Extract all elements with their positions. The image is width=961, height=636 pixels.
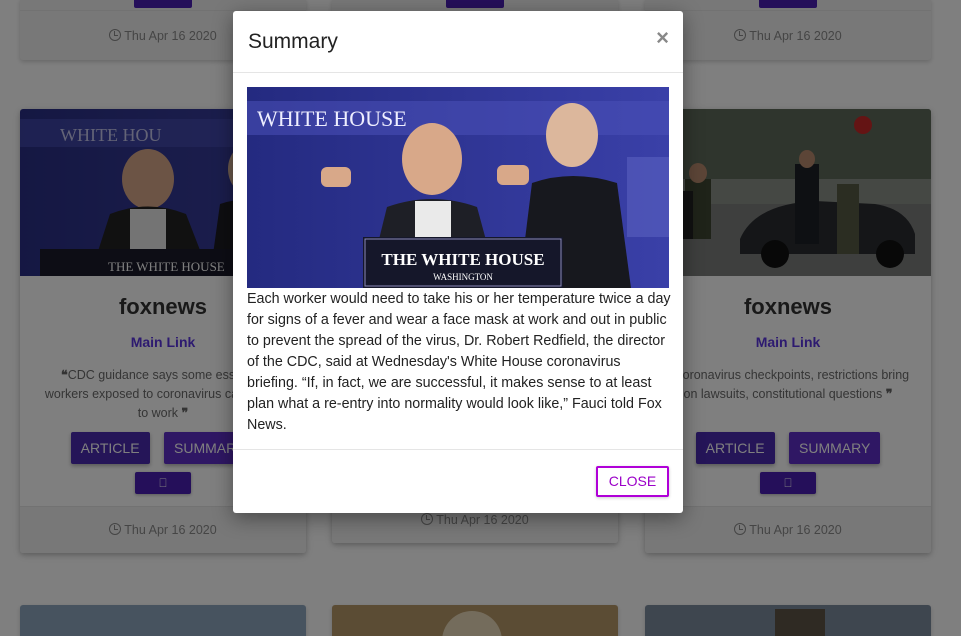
svg-text:THE WHITE HOUSE: THE WHITE HOUSE — [381, 250, 544, 269]
press-briefing-image: WHITE HOUSE THE WHITE HOUSE WASHINGTON — [247, 87, 669, 288]
svg-text:WASHINGTON: WASHINGTON — [433, 272, 493, 282]
summary-modal: Summary × WHITE HOUSE THE WHITE HOUSE WA — [233, 11, 683, 513]
modal-image: WHITE HOUSE THE WHITE HOUSE WASHINGTON — [247, 87, 669, 288]
modal-title: Summary — [248, 30, 338, 53]
close-button[interactable]: CLOSE — [596, 466, 669, 497]
summary-text: Each worker would need to take his or he… — [247, 291, 671, 433]
modal-footer: CLOSE — [233, 449, 683, 513]
modal-header: Summary × — [233, 11, 683, 73]
svg-text:WHITE HOUSE: WHITE HOUSE — [257, 106, 407, 131]
close-icon[interactable]: × — [656, 25, 669, 51]
